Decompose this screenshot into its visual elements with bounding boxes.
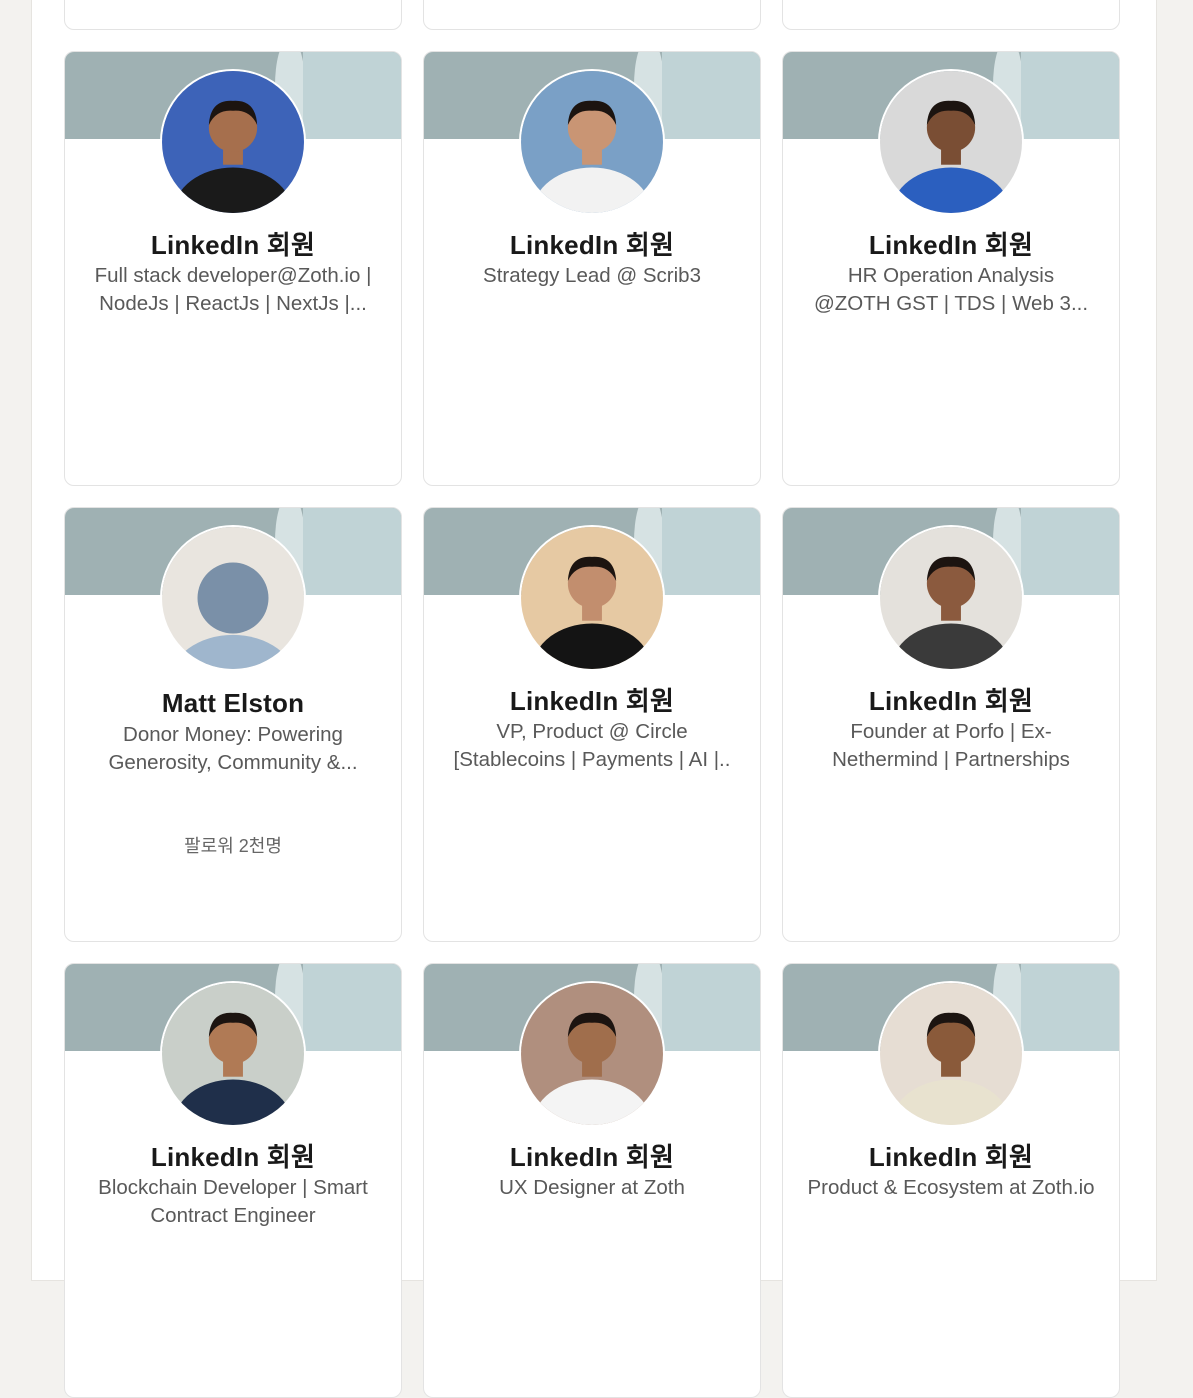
member-name[interactable]: LinkedIn 회원 xyxy=(424,1137,760,1174)
member-headline: Blockchain Developer | Smart Contract En… xyxy=(98,1176,368,1227)
avatar[interactable] xyxy=(160,525,306,671)
member-headline: Donor Money: Powering Generosity, Commun… xyxy=(108,723,358,774)
profile-card-partial[interactable] xyxy=(782,0,1120,30)
follower-count: 팔로워 2천명 xyxy=(184,836,282,856)
member-name[interactable]: LinkedIn 회원 xyxy=(783,225,1119,262)
profile-card[interactable]: Matt Elston Donor Money: Powering Genero… xyxy=(64,507,402,942)
avatar-photo-icon xyxy=(880,527,1022,669)
avatar-photo-icon xyxy=(521,527,663,669)
avatar-photo-icon xyxy=(162,71,304,213)
avatar-photo-icon xyxy=(162,527,304,669)
member-name[interactable]: LinkedIn 회원 xyxy=(424,225,760,262)
member-name[interactable]: LinkedIn 회원 xyxy=(783,681,1119,718)
member-headline: Full stack developer@Zoth.io | NodeJs | … xyxy=(94,264,372,315)
avatar[interactable] xyxy=(160,69,306,215)
avatar-photo-icon xyxy=(880,983,1022,1125)
avatar[interactable] xyxy=(519,69,665,215)
avatar-photo-icon xyxy=(880,71,1022,213)
member-name[interactable]: LinkedIn 회원 xyxy=(424,681,760,718)
avatar[interactable] xyxy=(878,69,1024,215)
avatar[interactable] xyxy=(878,981,1024,1127)
member-headline: HR Operation Analysis @ZOTH GST | TDS | … xyxy=(813,264,1089,315)
avatar-photo-icon xyxy=(521,983,663,1125)
member-headline: Founder at Porfo | Ex-Nethermind | Partn… xyxy=(832,720,1070,771)
profile-card[interactable]: LinkedIn 회원 Founder at Porfo | Ex-Nether… xyxy=(782,507,1120,942)
avatar-photo-icon xyxy=(521,71,663,213)
profile-card[interactable]: LinkedIn 회원 VP, Product @ Circle [Stable… xyxy=(423,507,761,942)
profile-card[interactable]: LinkedIn 회원 Blockchain Developer | Smart… xyxy=(64,963,402,1398)
profile-card-partial[interactable] xyxy=(423,0,761,30)
member-name[interactable]: LinkedIn 회원 xyxy=(65,225,401,262)
profile-card[interactable]: LinkedIn 회원 Strategy Lead @ Scrib3 xyxy=(423,51,761,486)
avatar[interactable] xyxy=(519,981,665,1127)
avatar[interactable] xyxy=(878,525,1024,671)
avatar[interactable] xyxy=(519,525,665,671)
member-name[interactable]: Matt Elston xyxy=(65,688,401,719)
member-name[interactable]: LinkedIn 회원 xyxy=(783,1137,1119,1174)
member-headline: Product & Ecosystem at Zoth.io xyxy=(807,1176,1095,1199)
member-headline: Strategy Lead @ Scrib3 xyxy=(483,264,701,287)
people-results-panel: LinkedIn 회원 Full stack developer@Zoth.io… xyxy=(32,0,1156,1398)
avatar-photo-icon xyxy=(162,983,304,1125)
profile-card[interactable]: LinkedIn 회원 UX Designer at Zoth xyxy=(423,963,761,1398)
profile-card[interactable]: LinkedIn 회원 HR Operation Analysis @ZOTH … xyxy=(782,51,1120,486)
member-headline: VP, Product @ Circle [Stablecoins | Paym… xyxy=(453,720,731,771)
profile-card[interactable]: LinkedIn 회원 Full stack developer@Zoth.io… xyxy=(64,51,402,486)
profile-card[interactable]: LinkedIn 회원 Product & Ecosystem at Zoth.… xyxy=(782,963,1120,1398)
member-name[interactable]: LinkedIn 회원 xyxy=(65,1137,401,1174)
member-headline: UX Designer at Zoth xyxy=(499,1176,685,1199)
avatar[interactable] xyxy=(160,981,306,1127)
profile-card-partial[interactable] xyxy=(64,0,402,30)
